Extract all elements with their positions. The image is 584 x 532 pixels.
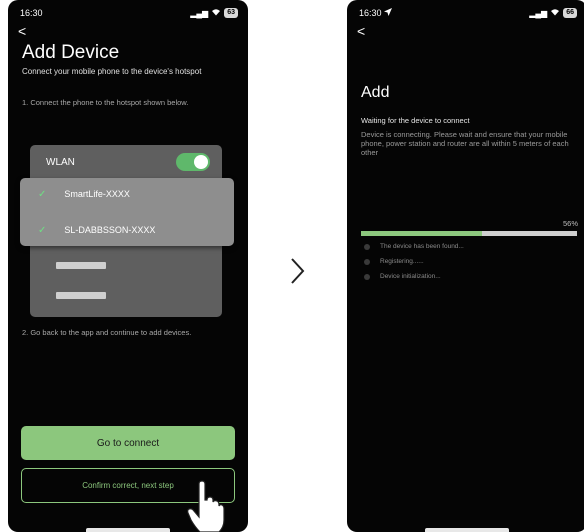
wlan-label: WLAN — [46, 156, 75, 168]
network-name: SL-DABBSSON-XXXX — [64, 225, 156, 235]
home-indicator — [86, 528, 170, 532]
step-2-text: 2. Go back to the app and continue to ad… — [22, 328, 192, 337]
location-arrow-icon — [384, 8, 393, 18]
wifi-icon — [550, 8, 560, 18]
status-time: 16:30 — [20, 8, 43, 18]
progress-percent: 56% — [562, 219, 578, 228]
signal-icon: ▂▄▆ — [190, 8, 209, 18]
signal-icon: ▂▄▆ — [529, 8, 548, 18]
status-item: Device initialization... — [364, 273, 441, 280]
status-dot-icon — [364, 258, 370, 265]
check-icon: ✓ — [38, 188, 47, 200]
status-item: Registering...... — [364, 258, 424, 265]
placeholder-network-bar — [56, 292, 106, 299]
add-device-screen: 16:30 ▂▄▆ 63 < Add Device Connect your m… — [8, 0, 248, 532]
status-item: The device has been found... — [364, 243, 464, 250]
status-bar: 16:30 ▂▄▆ 63 — [20, 6, 238, 20]
battery-icon: 63 — [224, 8, 238, 18]
go-to-connect-button[interactable]: Go to connect — [21, 426, 235, 460]
progress-fill — [361, 231, 482, 236]
network-name: SmartLife-XXXX — [64, 189, 130, 199]
page-subtitle: Connect your mobile phone to the device'… — [22, 67, 202, 76]
network-item-smartlife[interactable]: ✓ SmartLife-XXXX — [38, 184, 224, 204]
check-icon: ✓ — [38, 224, 47, 236]
hand-pointer-icon — [187, 480, 225, 532]
network-item-sl-dabbsson[interactable]: ✓ SL-DABBSSON-XXXX — [38, 220, 224, 240]
battery-icon: 66 — [563, 8, 577, 18]
placeholder-network-bar — [56, 262, 106, 269]
connection-description: Device is connecting. Please wait and en… — [361, 130, 569, 157]
wlan-toggle[interactable] — [176, 153, 210, 171]
home-indicator — [425, 528, 509, 532]
status-dot-icon — [364, 243, 370, 250]
page-title: Add Device — [22, 42, 120, 63]
chevron-right-icon — [291, 258, 305, 284]
progress-bar — [361, 231, 577, 236]
status-time: 16:30 — [359, 8, 382, 18]
wifi-icon — [211, 8, 221, 18]
step-1-text: 1. Connect the phone to the hotspot show… — [22, 98, 189, 107]
status-bar: 16:30 ▂▄▆ 66 — [359, 6, 577, 20]
back-icon[interactable]: < — [18, 24, 26, 38]
page-title: Add — [361, 84, 390, 101]
add-connecting-screen: 16:30 ▂▄▆ 66 < Add Waiting for the devic… — [347, 0, 584, 532]
waiting-heading: Waiting for the device to connect — [361, 116, 470, 125]
back-icon[interactable]: < — [357, 24, 365, 38]
status-dot-icon — [364, 273, 370, 280]
network-list-popup: ✓ SmartLife-XXXX ✓ SL-DABBSSON-XXXX — [20, 178, 234, 246]
